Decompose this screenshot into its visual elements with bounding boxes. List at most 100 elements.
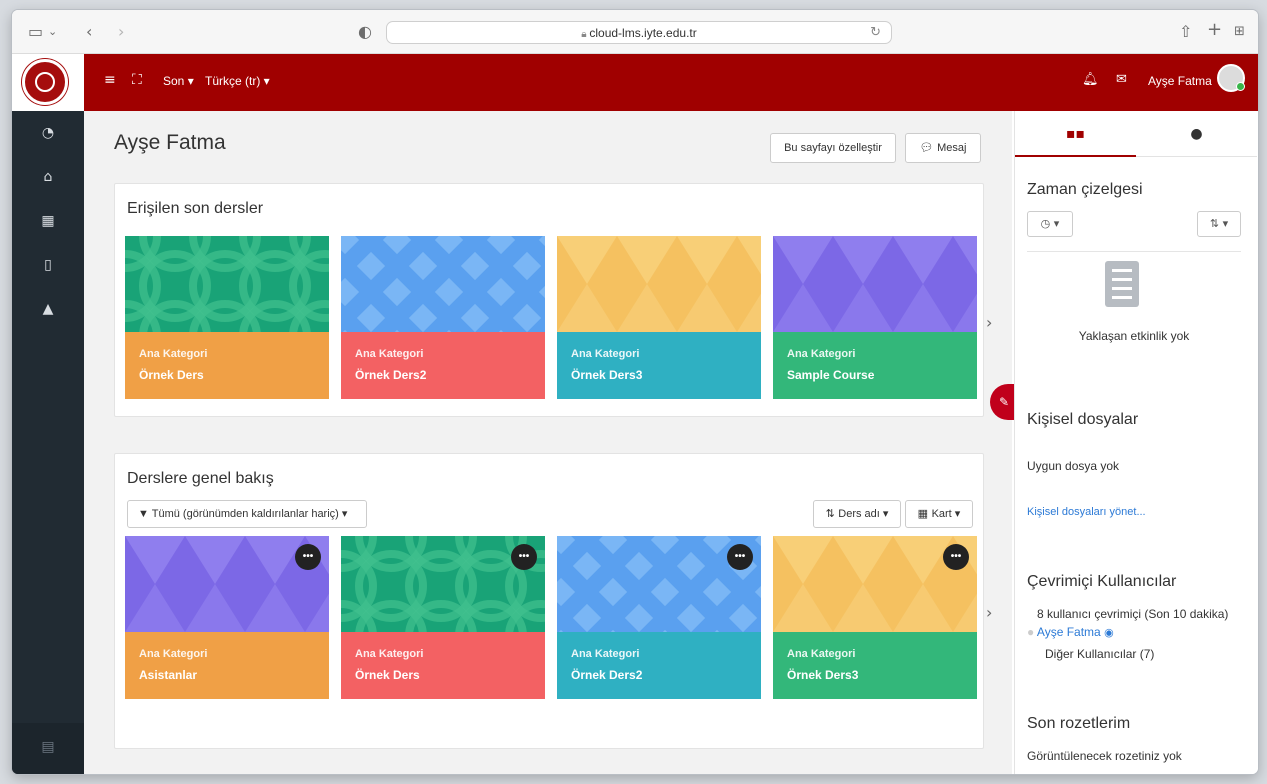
tab-messages[interactable]: ● <box>1136 111 1257 157</box>
grid-icon: ▦ <box>917 507 932 520</box>
recent-courses-title: Erişilen son dersler <box>127 200 264 217</box>
recent-menu-label: Son <box>163 74 185 88</box>
course-card[interactable]: Ana Kategori Örnek Ders3 <box>557 236 761 399</box>
course-image[interactable] <box>773 236 977 332</box>
university-seal-icon <box>22 59 68 105</box>
course-name-link[interactable]: Örnek Ders <box>355 668 420 682</box>
page-title: Ayşe Fatma <box>114 131 226 154</box>
course-category: Ana Kategori <box>355 348 424 360</box>
files-empty-text: Uygun dosya yok <box>1027 459 1120 473</box>
envelope-icon[interactable]: ✉ <box>1116 72 1127 87</box>
manage-files-link[interactable]: Kişisel dosyaları yönet... <box>1027 506 1146 518</box>
new-tab-icon[interactable]: + <box>1207 20 1222 40</box>
browser-window: ▭ ⌄ ‹ › ◐ 🔒︎ cloud-lms.iyte.edu.tr ↻ ⇧ +… <box>12 10 1258 774</box>
tab-blocks[interactable]: ▪▪ <box>1015 111 1136 157</box>
carousel-next-icon[interactable]: › <box>986 313 992 332</box>
language-menu-label: Türkçe (tr) <box>205 74 261 88</box>
avatar[interactable] <box>1217 64 1245 92</box>
calendar-icon[interactable]: ▦ <box>12 213 84 229</box>
bell-icon[interactable]: 🔔︎ <box>1082 72 1099 87</box>
eye-icon[interactable]: ◉ <box>1104 627 1114 639</box>
chevron-down-icon[interactable]: ⌄ <box>48 22 57 42</box>
recent-menu[interactable]: Son ▾ <box>163 74 194 88</box>
course-card[interactable]: ••• Ana Kategori Örnek Ders <box>341 536 545 699</box>
dashboard-icon[interactable]: ◔ <box>12 125 84 141</box>
tab-overview-icon[interactable]: ⊞ <box>1234 22 1245 42</box>
forward-icon[interactable]: › <box>118 22 124 42</box>
sort-dropdown[interactable]: ⇅ Ders adı ▾ <box>813 500 901 528</box>
filter-label: Tümü (görünümden kaldırılanlar hariç) <box>151 508 339 520</box>
course-name-link[interactable]: Örnek Ders3 <box>787 668 858 682</box>
course-image[interactable] <box>557 236 761 332</box>
language-menu[interactable]: Türkçe (tr) ▾ <box>205 74 270 88</box>
blocks-icon: ▪▪ <box>1066 126 1085 142</box>
customize-page-button[interactable]: Bu sayfayı özelleştir <box>770 133 896 163</box>
url-label: cloud-lms.iyte.edu.tr <box>589 26 697 40</box>
filter-icon: ▼ <box>138 508 152 520</box>
user-icon: ● <box>1027 625 1035 639</box>
course-info: Ana Kategori Örnek Ders <box>125 332 329 399</box>
course-category: Ana Kategori <box>571 348 640 360</box>
menu-icon[interactable]: ≡ <box>104 72 116 88</box>
course-name-link[interactable]: Örnek Ders2 <box>571 668 642 682</box>
site-logo[interactable] <box>12 54 84 111</box>
file-icon[interactable]: ▯ <box>12 257 84 273</box>
course-filter-dropdown[interactable]: ▼ Tümü (görünümden kaldırılanlar hariç) … <box>127 500 367 528</box>
other-users-text: Diğer Kullanıcılar (7) <box>1045 647 1155 661</box>
course-card[interactable]: Ana Kategori Örnek Ders <box>125 236 329 399</box>
sidebar-toggle-icon[interactable]: ▭ <box>28 22 43 42</box>
message-label: Mesaj <box>937 142 967 154</box>
carousel-next-icon[interactable]: › <box>986 603 992 622</box>
shield-icon[interactable]: ◐ <box>358 22 372 42</box>
home-icon[interactable]: ⌂ <box>12 169 84 185</box>
online-users-title: Çevrimiçi Kullanıcılar <box>1027 573 1177 590</box>
reload-icon[interactable]: ↻ <box>870 24 881 40</box>
course-name-link[interactable]: Örnek Ders2 <box>355 368 426 382</box>
course-menu-icon[interactable]: ••• <box>295 544 321 570</box>
divider <box>1027 251 1241 252</box>
course-category: Ana Kategori <box>787 348 856 360</box>
course-name-link[interactable]: Örnek Ders <box>139 368 204 382</box>
online-user-link[interactable]: Ayşe Fatma <box>1037 625 1101 639</box>
course-image[interactable] <box>341 236 545 359</box>
course-menu-icon[interactable]: ••• <box>511 544 537 570</box>
course-card[interactable]: Ana Kategori Sample Course <box>773 236 977 399</box>
browser-toolbar: ▭ ⌄ ‹ › ◐ 🔒︎ cloud-lms.iyte.edu.tr ↻ ⇧ +… <box>12 10 1258 54</box>
course-overview-block: Derslere genel bakış ▼ Tümü (görünümden … <box>114 453 984 749</box>
course-info: Ana Kategori Örnek Ders2 <box>341 332 545 399</box>
archive-icon[interactable]: ▤ <box>12 739 84 755</box>
timeline-sort-dropdown[interactable]: ⇅ ▾ <box>1197 211 1241 237</box>
address-bar[interactable]: 🔒︎ cloud-lms.iyte.edu.tr ↻ <box>386 21 892 44</box>
course-menu-icon[interactable]: ••• <box>727 544 753 570</box>
online-user-row: ● Ayşe Fatma ◉ <box>1027 625 1114 639</box>
course-card[interactable]: ••• Ana Kategori Örnek Ders3 <box>773 536 977 699</box>
files-title: Kişisel dosyalar <box>1027 411 1139 428</box>
course-card[interactable]: ••• Ana Kategori Asistanlar <box>125 536 329 699</box>
course-info: Ana Kategori Örnek Ders <box>341 632 545 699</box>
course-image[interactable] <box>125 236 329 372</box>
view-dropdown[interactable]: ▦ Kart ▾ <box>905 500 973 528</box>
course-name-link[interactable]: Asistanlar <box>139 668 197 682</box>
badges-title: Son rozetlerim <box>1027 715 1131 732</box>
share-icon[interactable]: ⇧ <box>1179 22 1192 42</box>
course-info: Ana Kategori Örnek Ders3 <box>557 332 761 399</box>
course-menu-icon[interactable]: ••• <box>943 544 969 570</box>
block-drawer: ▪▪ ● Zaman çizelgesi ◷ ▾ ⇅ ▾ Yaklaşan et… <box>1014 111 1258 774</box>
user-menu[interactable]: Ayşe Fatma <box>1148 74 1212 88</box>
course-name-link[interactable]: Örnek Ders3 <box>571 368 642 382</box>
message-button[interactable]: 💬︎ Mesaj <box>905 133 981 163</box>
course-card[interactable]: Ana Kategori Örnek Ders2 <box>341 236 545 399</box>
user-name: Ayşe Fatma <box>1148 74 1212 88</box>
clock-icon: ◷ <box>1040 217 1051 230</box>
course-name-link[interactable]: Sample Course <box>787 368 874 382</box>
timeline-filter-dropdown[interactable]: ◷ ▾ <box>1027 211 1073 237</box>
fullscreen-icon[interactable]: ⛶ <box>132 72 142 88</box>
timeline-title: Zaman çizelgesi <box>1027 181 1143 198</box>
course-overview-title: Derslere genel bakış <box>127 470 274 487</box>
view-label: Kart <box>931 508 952 520</box>
course-card[interactable]: ••• Ana Kategori Örnek Ders2 <box>557 536 761 699</box>
empty-list-icon <box>1105 261 1139 307</box>
back-icon[interactable]: ‹ <box>86 22 92 42</box>
graduation-cap-icon[interactable]: ▲ <box>12 301 84 317</box>
course-category: Ana Kategori <box>571 648 640 660</box>
